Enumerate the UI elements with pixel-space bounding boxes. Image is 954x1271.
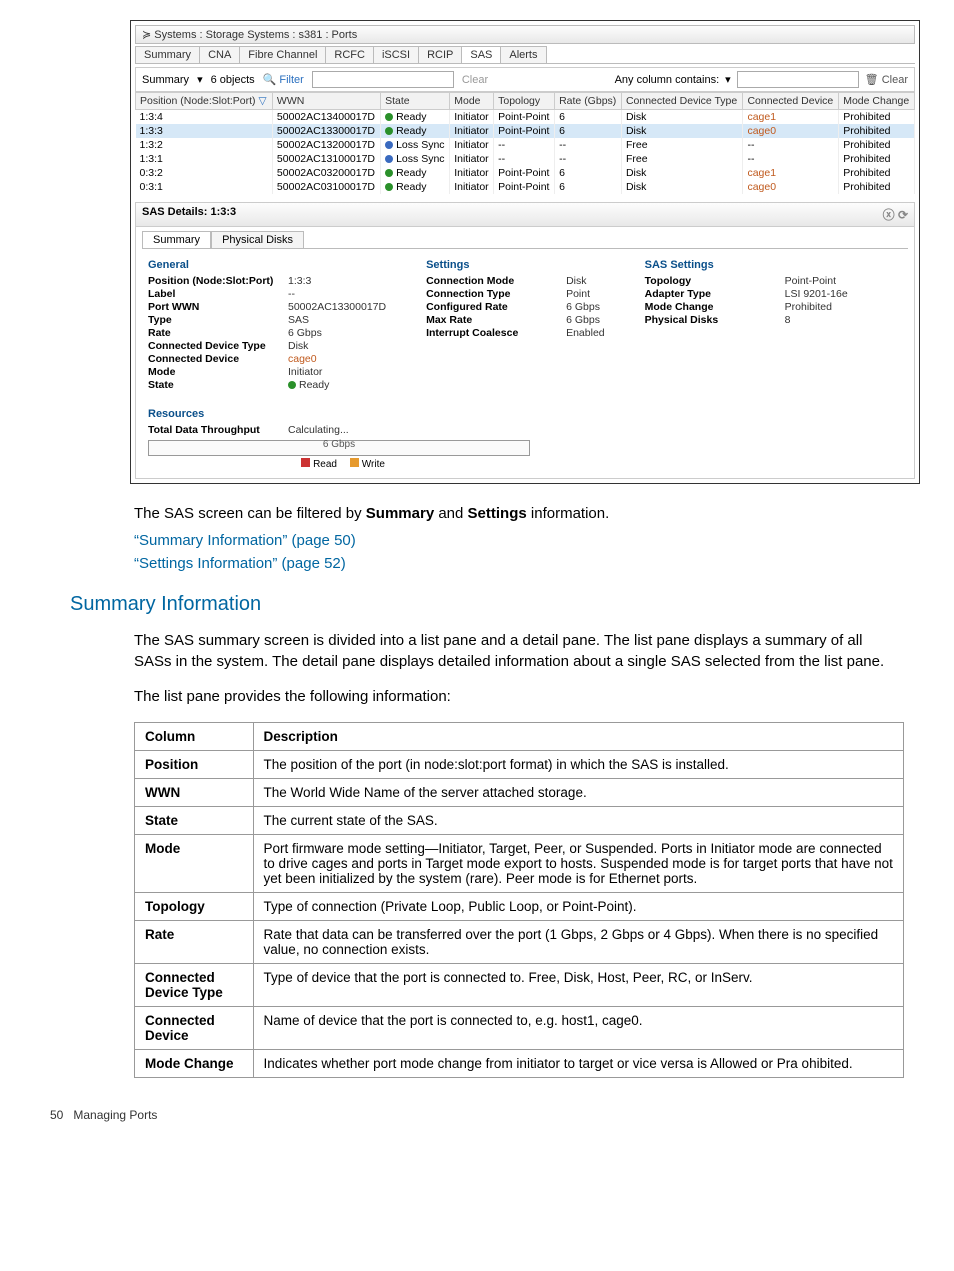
description-table: ColumnDescription PositionThe position o…	[134, 722, 904, 1078]
desc-row: ModePort firmware mode setting—Initiator…	[135, 835, 904, 893]
column-header[interactable]: Mode	[450, 93, 494, 110]
tab-rcip[interactable]: RCIP	[418, 46, 462, 63]
desc-row: Mode ChangeIndicates whether port mode c…	[135, 1050, 904, 1078]
column-header[interactable]: Topology	[494, 93, 555, 110]
filter-input[interactable]	[312, 71, 454, 88]
panel-icons[interactable]: ⓧ ⟳	[883, 206, 908, 223]
search-input[interactable]	[737, 71, 859, 88]
column-header[interactable]: WWN	[272, 93, 380, 110]
column-header[interactable]: Connected Device	[743, 93, 839, 110]
desc-row: StateThe current state of the SAS.	[135, 807, 904, 835]
clear-button[interactable]: Clear	[462, 74, 488, 86]
table-row[interactable]: 1:3:350002AC13300017DReadyInitiatorPoint…	[136, 124, 915, 138]
clear-right-button[interactable]: 🗑 Clear	[865, 73, 908, 86]
object-count: 6 objects	[211, 74, 255, 86]
table-row[interactable]: 1:3:450002AC13400017DReadyInitiatorPoint…	[136, 110, 915, 125]
filter-link[interactable]: 🔍 Filter	[263, 73, 304, 86]
table-row[interactable]: 1:3:250002AC13200017DLoss SyncInitiator-…	[136, 138, 915, 152]
table-row[interactable]: 0:3:150002AC03100017DReadyInitiatorPoint…	[136, 180, 915, 194]
para2: The list pane provides the following inf…	[134, 687, 904, 707]
subtab-physical-disks[interactable]: Physical Disks	[211, 231, 304, 248]
tab-fibre-channel[interactable]: Fibre Channel	[239, 46, 326, 63]
app-screenshot: ≽ Systems : Storage Systems : s381 : Por…	[130, 20, 920, 484]
tab-rcfc[interactable]: RCFC	[325, 46, 374, 63]
desc-row: WWNThe World Wide Name of the server att…	[135, 779, 904, 807]
table-row[interactable]: 1:3:150002AC13100017DLoss SyncInitiator-…	[136, 152, 915, 166]
column-header[interactable]: Position (Node:Slot:Port) ▽	[136, 93, 273, 110]
link-summary-info[interactable]: “Summary Information” (page 50)	[134, 530, 924, 553]
subtab-summary[interactable]: Summary	[142, 231, 211, 248]
ports-table: Position (Node:Slot:Port) ▽WWNStateModeT…	[135, 92, 915, 194]
column-header[interactable]: Connected Device Type	[621, 93, 743, 110]
settings-col: Settings Connection ModeDiskConnection T…	[426, 259, 605, 392]
tab-alerts[interactable]: Alerts	[500, 46, 546, 63]
page-footer: 50 Managing Ports	[50, 1108, 924, 1122]
tab-sas[interactable]: SAS	[461, 46, 501, 63]
sas-settings-col: SAS Settings TopologyPoint-PointAdapter …	[645, 259, 848, 392]
resources-section: Resources Total Data ThroughputCalculati…	[142, 404, 908, 474]
top-tab-bar: SummaryCNAFibre ChannelRCFCiSCSIRCIPSASA…	[135, 46, 915, 64]
any-column-label: Any column contains:	[615, 74, 720, 86]
toolbar: Summary ▾ 6 objects 🔍 Filter Clear Any c…	[135, 67, 915, 92]
legend: Read Write	[148, 458, 528, 470]
link-settings-info[interactable]: “Settings Information” (page 52)	[134, 553, 924, 576]
details-title: SAS Details: 1:3:3	[142, 206, 236, 223]
section-heading: Summary Information	[70, 593, 924, 616]
details-subtabs: SummaryPhysical Disks	[142, 231, 908, 249]
desc-row: Connected Device TypeType of device that…	[135, 964, 904, 1007]
tab-summary[interactable]: Summary	[135, 46, 200, 63]
tab-iscsi[interactable]: iSCSI	[373, 46, 419, 63]
details-panel: SAS Details: 1:3:3 ⓧ ⟳ SummaryPhysical D…	[135, 202, 915, 479]
desc-row: RateRate that data can be transferred ov…	[135, 921, 904, 964]
desc-row: Connected DeviceName of device that the …	[135, 1007, 904, 1050]
general-col: General Position (Node:Slot:Port)1:3:3La…	[148, 259, 386, 392]
intro-text: The SAS screen can be filtered by Summar…	[134, 504, 904, 524]
desc-row: TopologyType of connection (Private Loop…	[135, 893, 904, 921]
throughput-bar: 6 Gbps	[148, 440, 530, 456]
column-header[interactable]: Rate (Gbps)	[555, 93, 622, 110]
table-row[interactable]: 0:3:250002AC03200017DReadyInitiatorPoint…	[136, 166, 915, 180]
toolbar-summary-label[interactable]: Summary	[142, 74, 189, 86]
para1: The SAS summary screen is divided into a…	[134, 631, 904, 672]
breadcrumb: ≽ Systems : Storage Systems : s381 : Por…	[135, 25, 915, 44]
column-header[interactable]: Mode Change	[839, 93, 915, 110]
column-header[interactable]: State	[381, 93, 450, 110]
tab-cna[interactable]: CNA	[199, 46, 240, 63]
desc-row: PositionThe position of the port (in nod…	[135, 751, 904, 779]
